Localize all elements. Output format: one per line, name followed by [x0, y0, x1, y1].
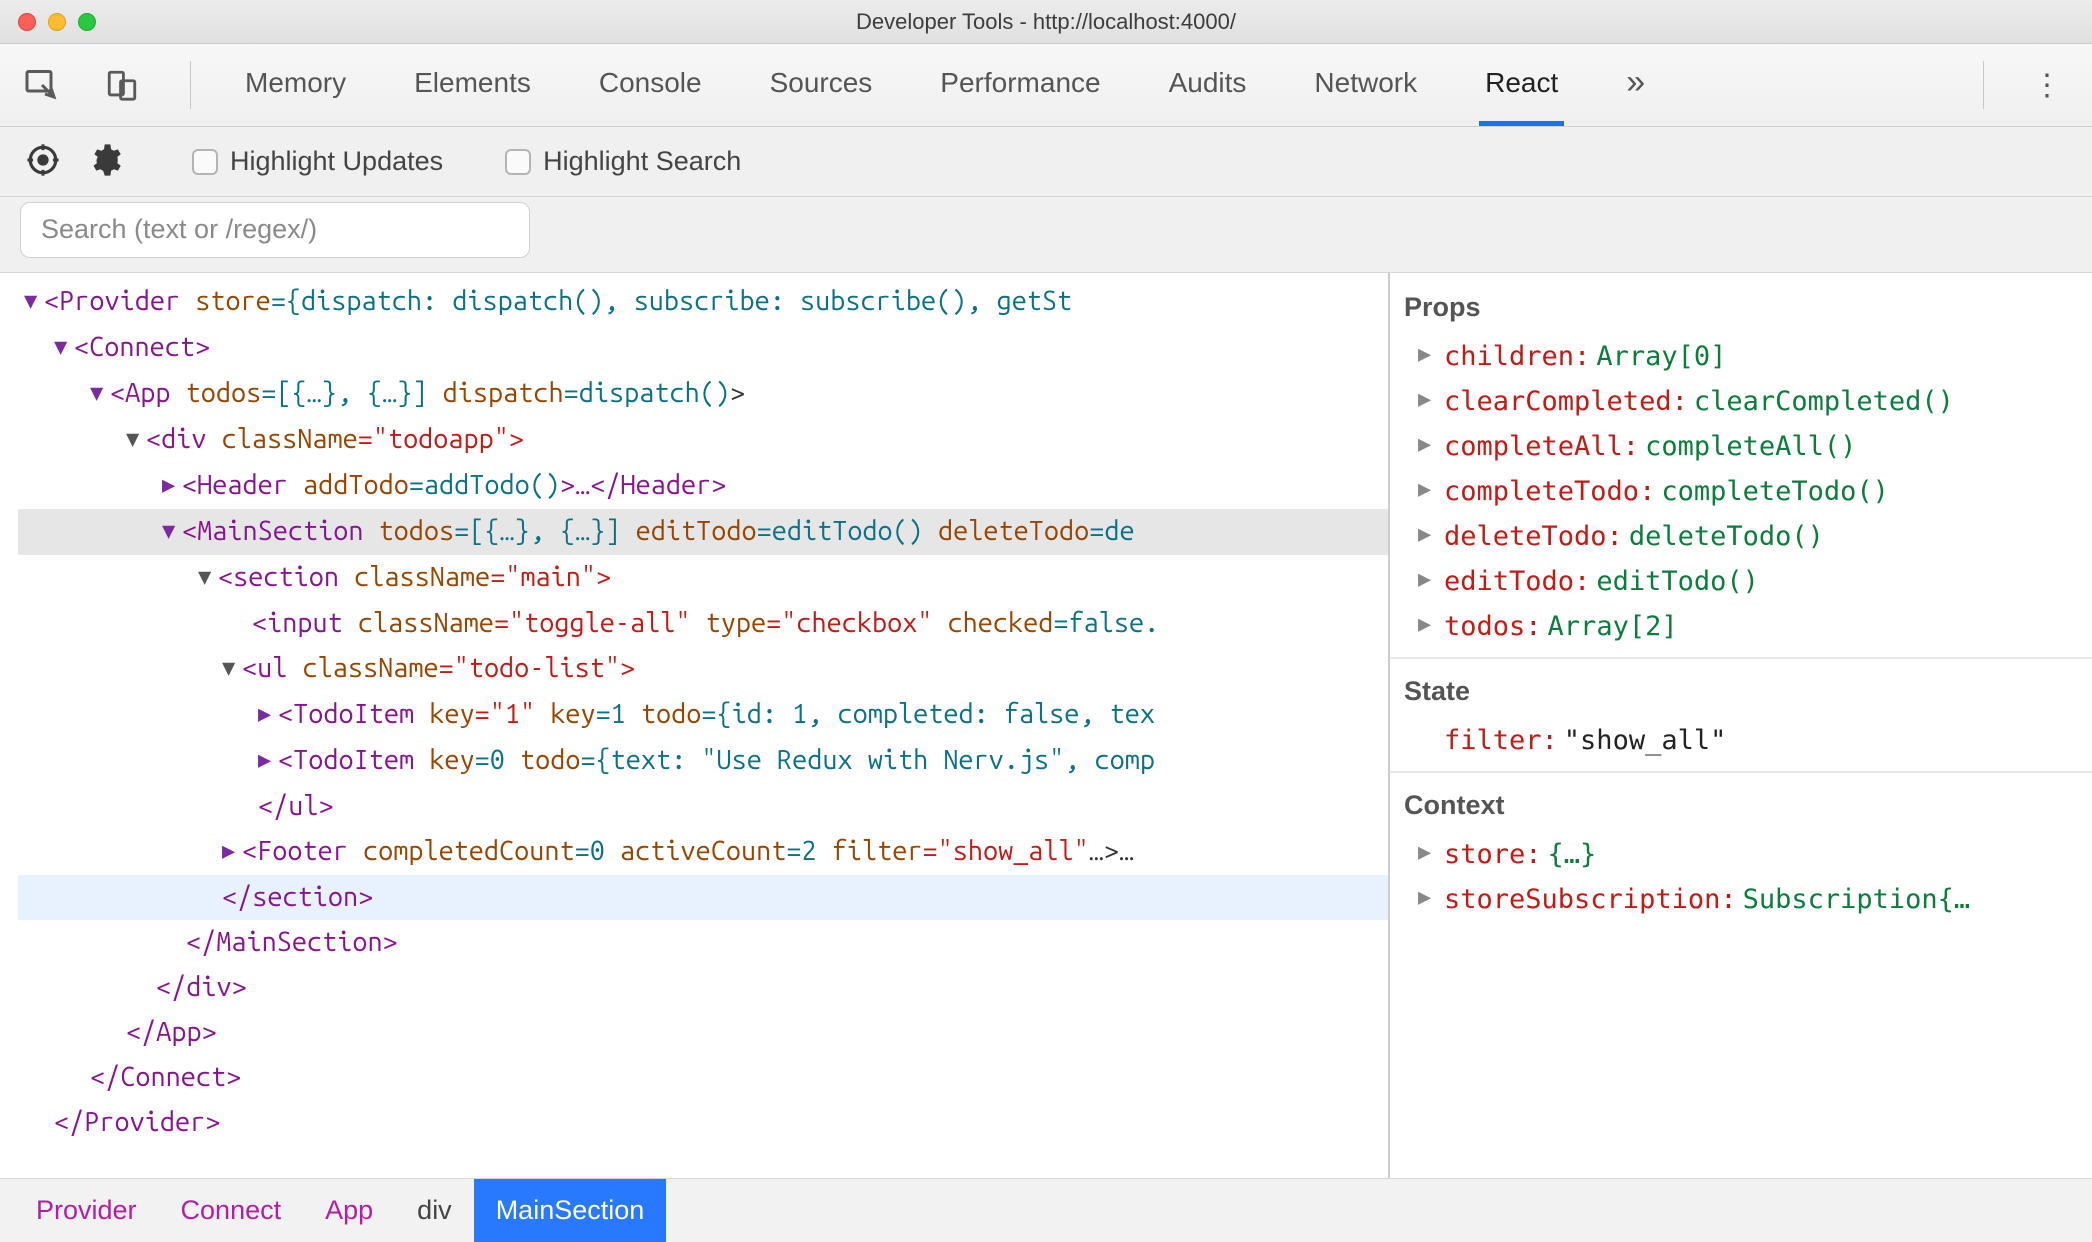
- window-title: Developer Tools - http://localhost:4000/: [0, 9, 2092, 35]
- prop-row-children[interactable]: ▶children: Array[0]: [1404, 334, 2092, 379]
- tree-row-provider[interactable]: ▼<Provider store={dispatch: dispatch(), …: [18, 279, 1388, 325]
- devtools-menu-icon[interactable]: ⋮: [2032, 68, 2070, 103]
- tree-row-footer[interactable]: ▶<Footer completedCount=0 activeCount=2 …: [18, 829, 1388, 875]
- inspect-element-icon[interactable]: [22, 65, 62, 105]
- tree-row-connect-close[interactable]: </Connect>: [18, 1055, 1388, 1100]
- devtools-tabstrip: Memory Elements Console Sources Performa…: [0, 44, 2092, 127]
- device-toolbar-icon[interactable]: [102, 65, 142, 105]
- tree-row-mainsection-close[interactable]: </MainSection>: [18, 920, 1388, 965]
- tree-row-div[interactable]: ▼<div className="todoapp">: [18, 417, 1388, 463]
- tree-row-ul-close[interactable]: </ul>: [18, 784, 1388, 829]
- crumb-app[interactable]: App: [303, 1179, 395, 1242]
- tree-row-mainsection[interactable]: ▼<MainSection todos=[{…}, {…}] editTodo=…: [18, 509, 1388, 555]
- target-icon[interactable]: [26, 143, 64, 181]
- crumb-div[interactable]: div: [395, 1179, 474, 1242]
- crumb-connect[interactable]: Connect: [159, 1179, 304, 1242]
- context-section-title: Context: [1404, 783, 2092, 828]
- tree-row-ul[interactable]: ▼<ul className="todo-list">: [18, 646, 1388, 692]
- tree-row-section-close[interactable]: </section>: [18, 875, 1388, 920]
- checkbox-icon: [192, 149, 218, 175]
- crumb-provider[interactable]: Provider: [14, 1179, 159, 1242]
- state-row-filter[interactable]: filter: "show_all": [1404, 718, 2092, 763]
- tree-row-header[interactable]: ▶<Header addTodo=addTodo()>…</Header>: [18, 463, 1388, 509]
- tabs-overflow-icon[interactable]: »: [1620, 44, 1651, 126]
- highlight-search-label: Highlight Search: [543, 146, 741, 177]
- react-toolbar: Highlight Updates Highlight Search: [0, 127, 2092, 197]
- prop-row-completeall[interactable]: ▶completeAll: completeAll(): [1404, 424, 2092, 469]
- state-section-title: State: [1404, 669, 2092, 714]
- tab-sources[interactable]: Sources: [764, 44, 879, 126]
- tab-memory[interactable]: Memory: [239, 44, 352, 126]
- context-row-store[interactable]: ▶store: {…}: [1404, 832, 2092, 877]
- devtools-tabs: Memory Elements Console Sources Performa…: [239, 44, 1651, 126]
- search-input[interactable]: [20, 202, 530, 258]
- tree-row-provider-close[interactable]: </Provider>: [18, 1100, 1388, 1145]
- tabstrip-separator-right: [1983, 61, 1984, 109]
- prop-row-edittodo[interactable]: ▶editTodo: editTodo(): [1404, 559, 2092, 604]
- checkbox-icon: [505, 149, 531, 175]
- tree-row-input[interactable]: <input className="toggle-all" type="chec…: [18, 601, 1388, 646]
- tabstrip-separator: [190, 61, 191, 109]
- tab-network[interactable]: Network: [1308, 44, 1423, 126]
- react-search-row: [0, 197, 2092, 273]
- tree-row-section[interactable]: ▼<section className="main">: [18, 555, 1388, 601]
- tree-row-todoitem-2[interactable]: ▶<TodoItem key=0 todo={text: "Use Redux …: [18, 738, 1388, 784]
- highlight-updates-checkbox[interactable]: Highlight Updates: [192, 146, 443, 177]
- crumb-mainsection[interactable]: MainSection: [474, 1179, 667, 1242]
- gear-icon[interactable]: [88, 143, 126, 181]
- tree-row-app-close[interactable]: </App>: [18, 1010, 1388, 1055]
- prop-row-completetodo[interactable]: ▶completeTodo: completeTodo(): [1404, 469, 2092, 514]
- tab-elements[interactable]: Elements: [408, 44, 537, 126]
- breadcrumb: Provider Connect App div MainSection: [0, 1178, 2092, 1242]
- tab-performance[interactable]: Performance: [934, 44, 1106, 126]
- tree-row-connect[interactable]: ▼<Connect>: [18, 325, 1388, 371]
- highlight-updates-label: Highlight Updates: [230, 146, 443, 177]
- window-titlebar: Developer Tools - http://localhost:4000/: [0, 0, 2092, 44]
- prop-row-clearcompleted[interactable]: ▶clearCompleted: clearCompleted(): [1404, 379, 2092, 424]
- props-pane[interactable]: Props ▶children: Array[0] ▶clearComplete…: [1390, 273, 2092, 1178]
- tab-console[interactable]: Console: [593, 44, 708, 126]
- component-tree-pane[interactable]: ▼<Provider store={dispatch: dispatch(), …: [0, 273, 1390, 1178]
- tree-row-app[interactable]: ▼<App todos=[{…}, {…}] dispatch=dispatch…: [18, 371, 1388, 417]
- tab-react[interactable]: React: [1479, 44, 1564, 126]
- prop-row-todos[interactable]: ▶todos: Array[2]: [1404, 604, 2092, 649]
- context-row-storesubscription[interactable]: ▶storeSubscription: Subscription{…: [1404, 877, 2092, 922]
- tab-audits[interactable]: Audits: [1163, 44, 1253, 126]
- prop-row-deletetodo[interactable]: ▶deleteTodo: deleteTodo(): [1404, 514, 2092, 559]
- tree-row-div-close[interactable]: </div>: [18, 965, 1388, 1010]
- tree-row-todoitem-1[interactable]: ▶<TodoItem key="1" key=1 todo={id: 1, co…: [18, 692, 1388, 738]
- props-section-title: Props: [1404, 285, 2092, 330]
- highlight-search-checkbox[interactable]: Highlight Search: [505, 146, 741, 177]
